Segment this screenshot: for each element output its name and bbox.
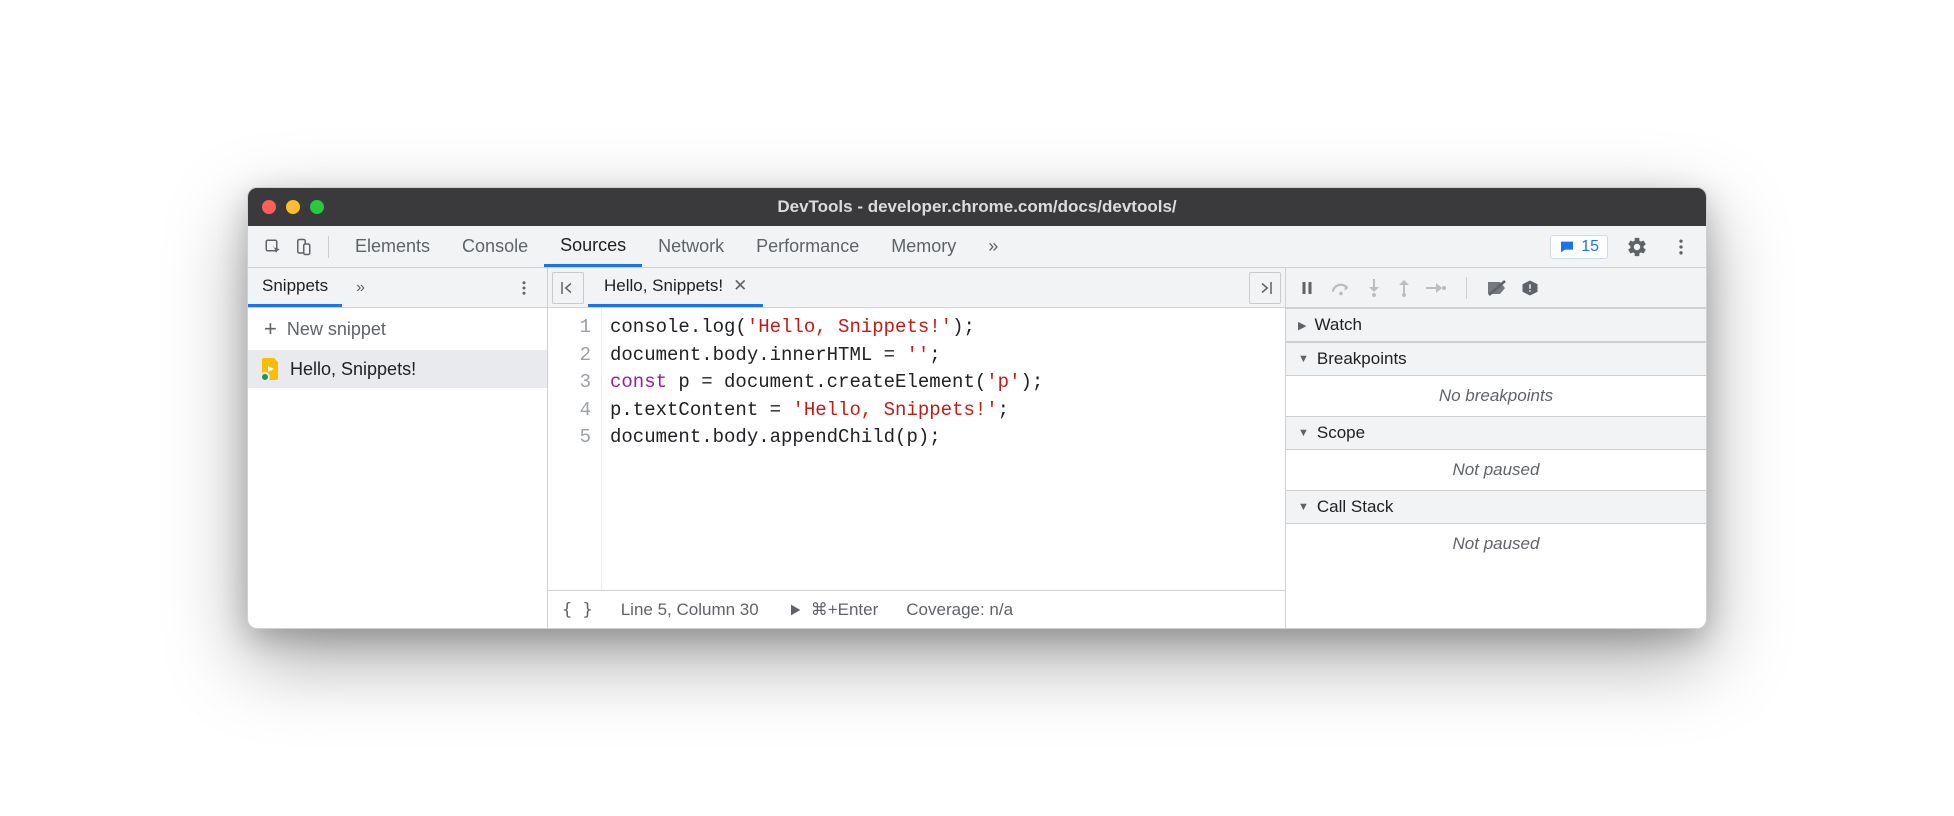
modified-indicator-icon	[260, 372, 270, 382]
tabs-overflow-icon[interactable]: »	[972, 226, 1014, 267]
debugger-toolbar	[1286, 268, 1706, 308]
nav-next-icon[interactable]	[1249, 272, 1281, 304]
snippet-file-item[interactable]: Hello, Snippets!	[248, 350, 547, 388]
tab-network[interactable]: Network	[642, 226, 740, 267]
tab-performance[interactable]: Performance	[740, 226, 875, 267]
issues-badge[interactable]: 15	[1550, 235, 1608, 259]
toolbar-divider	[328, 236, 329, 258]
step-icon[interactable]	[1426, 281, 1446, 295]
line-gutter: 12345	[548, 308, 602, 590]
editor-tab-title: Hello, Snippets!	[604, 276, 723, 296]
tab-sources[interactable]: Sources	[544, 226, 642, 267]
issues-count: 15	[1581, 238, 1599, 256]
snippet-file-icon	[262, 358, 280, 380]
devtools-toolbar: Elements Console Sources Network Perform…	[248, 226, 1706, 268]
chevron-down-icon: ▼	[1298, 353, 1309, 365]
code-content[interactable]: console.log('Hello, Snippets!');document…	[602, 308, 1051, 590]
window-title: DevTools - developer.chrome.com/docs/dev…	[248, 197, 1706, 217]
tab-memory[interactable]: Memory	[875, 226, 972, 267]
new-snippet-label: New snippet	[287, 319, 386, 340]
snippet-file-name: Hello, Snippets!	[290, 359, 416, 380]
devtools-main-tabs: Elements Console Sources Network Perform…	[339, 226, 1014, 267]
kebab-menu-icon[interactable]	[1666, 232, 1696, 262]
device-toolbar-icon[interactable]	[288, 232, 318, 262]
window-minimize-button[interactable]	[286, 200, 300, 214]
editor-tab[interactable]: Hello, Snippets! ✕	[588, 268, 763, 307]
scope-body: Not paused	[1286, 450, 1706, 490]
debugger-pane: ▶ Watch ▼ Breakpoints No breakpoints ▼ S…	[1286, 268, 1706, 628]
cursor-position: Line 5, Column 30	[621, 600, 759, 620]
debug-divider	[1466, 277, 1467, 299]
tab-elements[interactable]: Elements	[339, 226, 446, 267]
window-zoom-button[interactable]	[310, 200, 324, 214]
plus-icon: +	[264, 318, 277, 340]
navigator-kebab-icon[interactable]	[501, 279, 547, 297]
callstack-section-header[interactable]: ▼ Call Stack	[1286, 490, 1706, 524]
step-into-icon[interactable]	[1366, 279, 1382, 297]
breakpoints-section-header[interactable]: ▼ Breakpoints	[1286, 342, 1706, 376]
step-out-icon[interactable]	[1396, 279, 1412, 297]
settings-icon[interactable]	[1622, 232, 1652, 262]
step-over-icon[interactable]	[1330, 279, 1352, 297]
editor-pane: Hello, Snippets! ✕ 12345 console.log('He…	[548, 268, 1286, 628]
window-traffic-lights	[262, 200, 324, 214]
editor-status-bar: { } Line 5, Column 30 ⌘+Enter Coverage: …	[548, 590, 1285, 628]
play-icon	[787, 602, 803, 618]
chevron-down-icon: ▼	[1298, 501, 1309, 513]
callstack-label: Call Stack	[1317, 497, 1394, 517]
deactivate-breakpoints-icon[interactable]	[1487, 279, 1507, 297]
message-icon	[1559, 239, 1575, 255]
tab-console[interactable]: Console	[446, 226, 544, 267]
code-editor[interactable]: 12345 console.log('Hello, Snippets!');do…	[548, 308, 1285, 590]
coverage-status: Coverage: n/a	[906, 600, 1013, 620]
run-shortcut-hint: ⌘+Enter	[811, 600, 879, 620]
navigator-header: Snippets »	[248, 268, 547, 308]
scope-section-header[interactable]: ▼ Scope	[1286, 416, 1706, 450]
breakpoints-label: Breakpoints	[1317, 349, 1407, 369]
inspect-element-icon[interactable]	[258, 232, 288, 262]
navigator-tabs-overflow-icon[interactable]: »	[342, 279, 379, 297]
watch-section-header[interactable]: ▶ Watch	[1286, 308, 1706, 342]
callstack-body: Not paused	[1286, 524, 1706, 564]
close-icon[interactable]: ✕	[733, 276, 747, 296]
window-titlebar: DevTools - developer.chrome.com/docs/dev…	[248, 188, 1706, 226]
navigator-sidebar: Snippets » + New snippet Hello, Snippets…	[248, 268, 548, 628]
toolbar-right: 15	[1550, 232, 1696, 262]
run-snippet-button[interactable]: ⌘+Enter	[787, 600, 879, 620]
navigator-tab-snippets[interactable]: Snippets	[248, 268, 342, 307]
watch-label: Watch	[1314, 315, 1362, 335]
window-close-button[interactable]	[262, 200, 276, 214]
new-snippet-button[interactable]: + New snippet	[248, 308, 547, 350]
pretty-print-icon[interactable]: { }	[562, 600, 593, 620]
sources-panel: Snippets » + New snippet Hello, Snippets…	[248, 268, 1706, 628]
pause-icon[interactable]	[1298, 279, 1316, 297]
chevron-down-icon: ▼	[1298, 427, 1309, 439]
editor-tabbar: Hello, Snippets! ✕	[548, 268, 1285, 308]
nav-prev-icon[interactable]	[552, 272, 584, 304]
devtools-window: DevTools - developer.chrome.com/docs/dev…	[247, 187, 1707, 629]
scope-label: Scope	[1317, 423, 1365, 443]
breakpoints-body: No breakpoints	[1286, 376, 1706, 416]
pause-on-exceptions-icon[interactable]	[1521, 279, 1539, 297]
chevron-right-icon: ▶	[1298, 319, 1306, 332]
